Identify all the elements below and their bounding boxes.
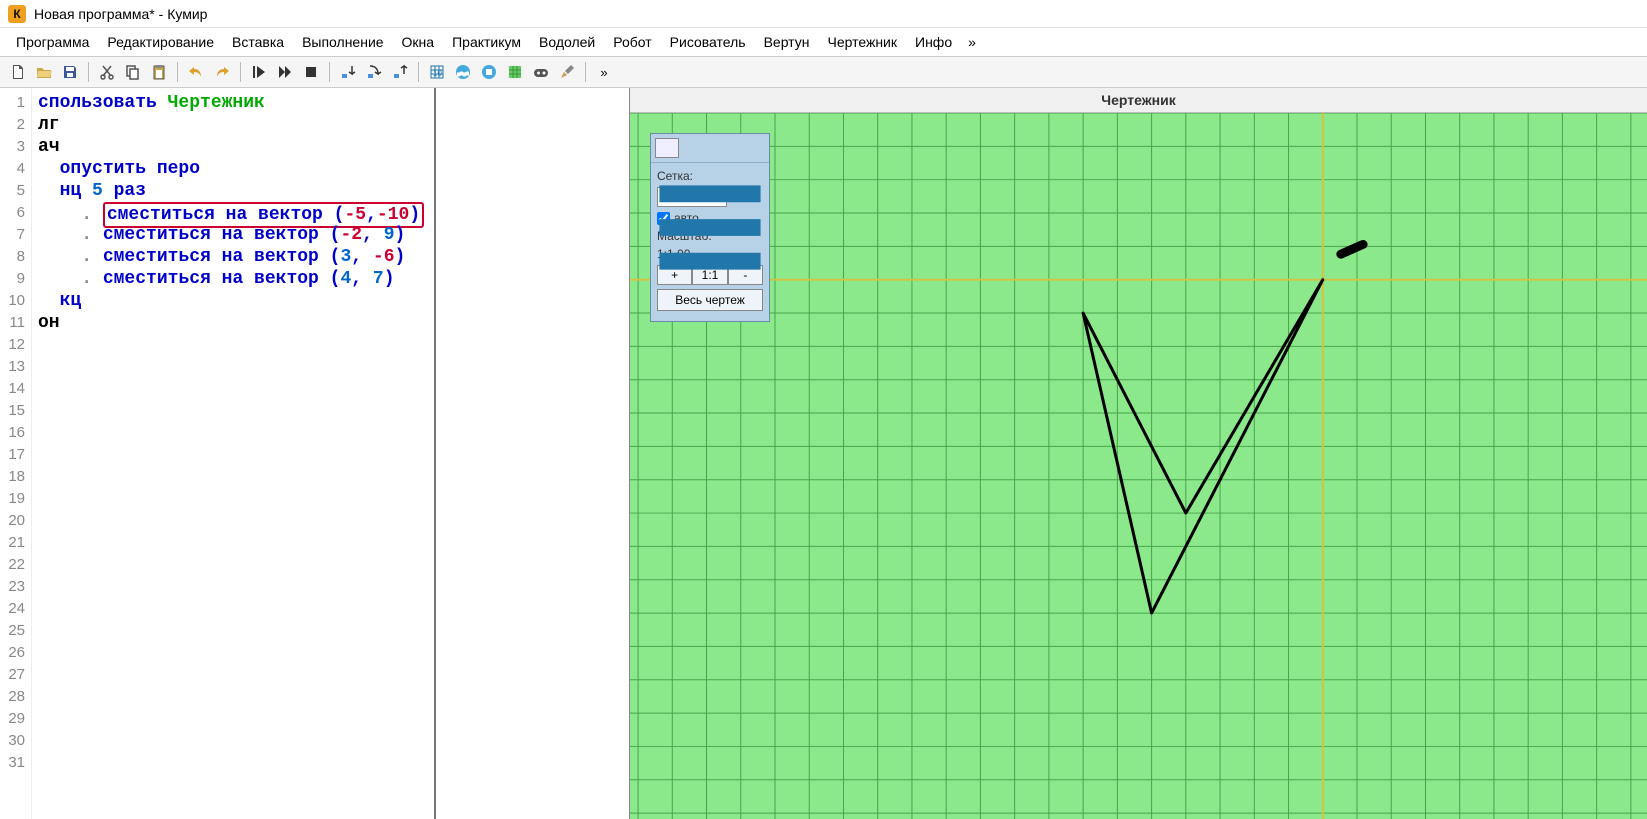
menu-рисователь[interactable]: Рисователь <box>662 31 754 53</box>
save-file-button[interactable] <box>58 60 82 84</box>
drawing-canvas[interactable]: Сетка: ▲▼ авто Масштаб: 1:1.00 + 1:1 - <box>630 113 1647 819</box>
open-file-button[interactable] <box>32 60 56 84</box>
menu-вертун[interactable]: Вертун <box>756 31 818 53</box>
line-gutter: 1234567891011121314151617181920212223242… <box>0 88 32 819</box>
menu-overflow[interactable]: » <box>962 31 982 53</box>
menu-редактирование[interactable]: Редактирование <box>99 31 222 53</box>
step-into-button[interactable] <box>336 60 360 84</box>
tool-robot-button[interactable] <box>477 60 501 84</box>
run-button[interactable] <box>247 60 271 84</box>
tool-brush-button[interactable] <box>555 60 579 84</box>
menu-окна[interactable]: Окна <box>394 31 443 53</box>
step-over-button[interactable] <box>362 60 386 84</box>
menu-инфо[interactable]: Инфо <box>907 31 960 53</box>
tool-game-button[interactable] <box>529 60 553 84</box>
tool-water-button[interactable] <box>451 60 475 84</box>
step-out-button[interactable] <box>388 60 412 84</box>
run-fast-button[interactable] <box>273 60 297 84</box>
menu-водолей[interactable]: Водолей <box>531 31 603 53</box>
window-title: Новая программа* - Кумир <box>34 6 207 22</box>
tool-grid-button[interactable]: 10 <box>425 60 449 84</box>
svg-text:10: 10 <box>433 69 442 78</box>
cut-button[interactable] <box>95 60 119 84</box>
new-file-button[interactable] <box>6 60 30 84</box>
undo-button[interactable] <box>184 60 208 84</box>
redo-button[interactable] <box>210 60 234 84</box>
code-editor[interactable]: 1234567891011121314151617181920212223242… <box>0 88 436 819</box>
code-lines[interactable]: спользовать Чертежниклгач опустить перо … <box>32 88 434 819</box>
toolbar: 10 » <box>0 56 1647 88</box>
toolbar-overflow[interactable]: » <box>592 60 616 84</box>
tool-field-button[interactable] <box>503 60 527 84</box>
menu-программа[interactable]: Программа <box>8 31 97 53</box>
drawing-controls-panel: Сетка: ▲▼ авто Масштаб: 1:1.00 + 1:1 - <box>650 133 770 322</box>
menu-выполнение[interactable]: Выполнение <box>294 31 391 53</box>
menu-робот[interactable]: Робот <box>605 31 659 53</box>
paste-button[interactable] <box>147 60 171 84</box>
side-output-pane <box>436 88 629 819</box>
copy-button[interactable] <box>121 60 145 84</box>
drawing-title: Чертежник <box>630 88 1647 113</box>
menu-чертежник[interactable]: Чертежник <box>819 31 905 53</box>
menu-практикум[interactable]: Практикум <box>444 31 529 53</box>
app-icon: К <box>8 5 26 23</box>
drawing-svg <box>630 113 1647 819</box>
panel-menu-button[interactable] <box>655 138 679 158</box>
menu-bar: ПрограммаРедактированиеВставкаВыполнение… <box>0 28 1647 56</box>
main-split: 1234567891011121314151617181920212223242… <box>0 88 1647 819</box>
drawing-pane: Чертежник Сетка: ▲▼ <box>630 88 1647 819</box>
left-pane: 1234567891011121314151617181920212223242… <box>0 88 630 819</box>
menu-вставка[interactable]: Вставка <box>224 31 292 53</box>
stop-button[interactable] <box>299 60 323 84</box>
title-bar: К Новая программа* - Кумир <box>0 0 1647 28</box>
